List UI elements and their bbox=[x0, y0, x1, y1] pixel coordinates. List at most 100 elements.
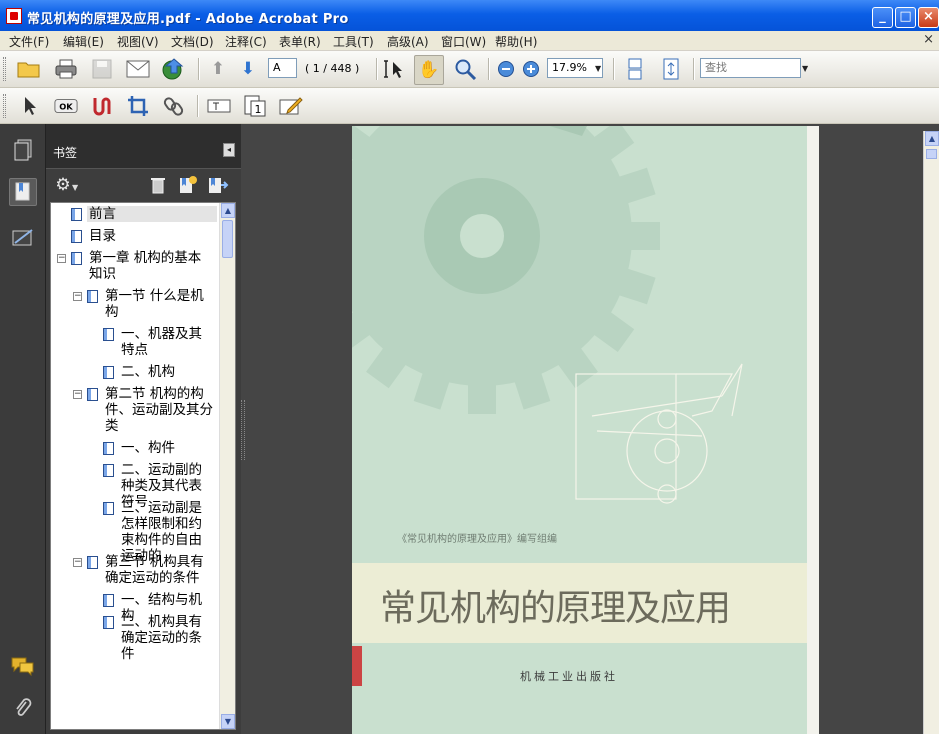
bookmark-tree: 前言目录 − 第一章 机构的基本知识 − 第一节 什么是机构一、机器及其特点二、机构 − 第… bbox=[50, 202, 236, 730]
pages-panel-icon[interactable] bbox=[9, 136, 37, 164]
menu-view[interactable]: 视图(V) bbox=[117, 33, 159, 50]
bookmark-item[interactable]: 目录 bbox=[89, 228, 213, 244]
open-folder-icon[interactable] bbox=[17, 57, 41, 81]
bookmark-item[interactable]: 二、机构 bbox=[121, 364, 213, 380]
expand-bookmark-icon[interactable] bbox=[206, 173, 230, 197]
search-input[interactable]: 查找 bbox=[700, 58, 801, 78]
zoom-in-icon[interactable] bbox=[519, 57, 543, 81]
bookmark-icon bbox=[103, 328, 114, 341]
close-button[interactable]: × bbox=[918, 7, 939, 28]
menu-document[interactable]: 文档(D) bbox=[171, 33, 214, 50]
zoom-dropdown-icon[interactable]: ▼ bbox=[595, 64, 601, 73]
gear-tooth bbox=[620, 222, 660, 250]
collapse-toggle-icon[interactable]: − bbox=[57, 254, 66, 263]
toolbar-separator bbox=[197, 95, 198, 117]
minimize-button[interactable]: _ bbox=[872, 7, 893, 28]
bookmark-icon bbox=[71, 230, 82, 243]
previous-page-icon[interactable]: ⬆ bbox=[206, 57, 230, 81]
delete-bookmark-icon[interactable] bbox=[146, 173, 170, 197]
bookmark-icon bbox=[103, 502, 114, 515]
page-number-input[interactable]: A bbox=[268, 58, 297, 78]
bookmark-icon bbox=[103, 442, 114, 455]
print-icon[interactable] bbox=[54, 57, 78, 81]
menu-forms[interactable]: 表单(R) bbox=[279, 33, 321, 50]
title-bar: 常见机构的原理及应用.pdf - Adobe Acrobat Pro _ □ × bbox=[0, 0, 939, 31]
menu-help[interactable]: 帮助(H) bbox=[495, 33, 537, 50]
svg-text:1: 1 bbox=[255, 103, 262, 116]
scroll-down-arrow-icon[interactable]: ▼ bbox=[221, 714, 235, 729]
bookmark-scrollbar[interactable]: ▲ ▼ bbox=[219, 203, 235, 729]
red-stamp-mark bbox=[352, 646, 362, 686]
form-edit-tool-icon[interactable] bbox=[279, 94, 303, 118]
acrobat-app-icon[interactable] bbox=[6, 8, 22, 24]
panel-title: 书签 bbox=[53, 146, 78, 160]
tools-toolbar: OK 1 bbox=[0, 88, 939, 124]
crop-tool-icon[interactable] bbox=[126, 94, 150, 118]
bookmark-item[interactable]: 二、机构具有确定运动的条件 bbox=[121, 614, 213, 662]
comments-panel-icon[interactable] bbox=[9, 652, 37, 680]
attachments-paperclip-icon[interactable] bbox=[9, 694, 37, 722]
collapse-panel-button[interactable]: ◂ bbox=[223, 143, 235, 157]
toolbar-grip[interactable] bbox=[3, 57, 6, 81]
scroll-up-arrow-icon[interactable]: ▲ bbox=[221, 203, 235, 218]
bookmark-item[interactable]: 一、构件 bbox=[121, 440, 213, 456]
bookmark-item[interactable]: 第一章 机构的基本知识 bbox=[89, 250, 213, 282]
menu-tools[interactable]: 工具(T) bbox=[333, 33, 374, 50]
scroll-up-arrow-icon[interactable]: ▲ bbox=[925, 131, 939, 146]
menu-file[interactable]: 文件(F) bbox=[9, 33, 49, 50]
bookmark-item[interactable]: 第一节 什么是机构 bbox=[105, 288, 213, 320]
link-chain-red-icon[interactable] bbox=[90, 94, 114, 118]
toolbar-grip[interactable] bbox=[3, 94, 6, 118]
select-object-tool-icon[interactable] bbox=[18, 94, 42, 118]
hand-tool-icon[interactable]: ✋ bbox=[414, 55, 444, 85]
cover-title: 常见机构的原理及应用 bbox=[380, 588, 731, 629]
bookmark-icon bbox=[71, 208, 82, 221]
panel-splitter[interactable] bbox=[241, 400, 245, 460]
button-tool-icon[interactable]: OK bbox=[54, 94, 78, 118]
email-icon[interactable] bbox=[126, 57, 150, 81]
svg-text:OK: OK bbox=[59, 102, 73, 112]
text-field-tool-icon[interactable] bbox=[207, 94, 231, 118]
upload-globe-icon[interactable] bbox=[161, 57, 185, 81]
toolbar-separator bbox=[613, 58, 614, 80]
scrolling-mode-icon[interactable] bbox=[623, 57, 647, 81]
bookmark-item[interactable]: 第二节 机构的构件、运动副及其分类 bbox=[105, 386, 213, 434]
document-vertical-scrollbar[interactable]: ▲ bbox=[923, 131, 939, 734]
bookmark-item[interactable]: 前言 bbox=[89, 206, 213, 222]
bookmark-item[interactable]: 一、机器及其特点 bbox=[121, 326, 213, 358]
link-tool-icon[interactable] bbox=[162, 94, 186, 118]
zoom-out-icon[interactable] bbox=[494, 57, 518, 81]
cover-editor-text: 《常见机构的原理及应用》编写组编 bbox=[397, 534, 557, 545]
fit-page-icon[interactable] bbox=[659, 57, 683, 81]
file-toolbar: ⬆ ⬇ A ( 1 / 448 ) ✋ 17.9% ▼ 查找 ▼ bbox=[0, 51, 939, 88]
next-page-icon[interactable]: ⬇ bbox=[236, 57, 260, 81]
signatures-panel-icon[interactable] bbox=[9, 224, 37, 252]
bookmark-icon bbox=[87, 290, 98, 303]
page-number-tool-icon[interactable]: 1 bbox=[243, 94, 267, 118]
zoom-tool-icon[interactable] bbox=[454, 57, 478, 81]
menu-bar: 文件(F) 编辑(E) 视图(V) 文档(D) 注释(C) 表单(R) 工具(T… bbox=[0, 31, 939, 51]
bookmark-scroll-thumb[interactable] bbox=[222, 220, 233, 258]
menu-window[interactable]: 窗口(W) bbox=[441, 33, 486, 50]
collapse-toggle-icon[interactable]: − bbox=[73, 558, 82, 567]
menu-comments[interactable]: 注释(C) bbox=[225, 33, 267, 50]
document-scroll-thumb[interactable] bbox=[926, 149, 937, 159]
window-title: 常见机构的原理及应用.pdf - Adobe Acrobat Pro bbox=[27, 12, 349, 27]
document-close-icon[interactable]: × bbox=[923, 32, 934, 47]
pdf-page[interactable]: 《常见机构的原理及应用》编写组编 常见机构的原理及应用 机械工业出版社 bbox=[352, 126, 819, 734]
bookmark-icon bbox=[103, 464, 114, 477]
toolbar-separator bbox=[488, 58, 489, 80]
menu-advanced[interactable]: 高级(A) bbox=[387, 33, 429, 50]
menu-edit[interactable]: 编辑(E) bbox=[63, 33, 104, 50]
collapse-toggle-icon[interactable]: − bbox=[73, 292, 82, 301]
mechanism-diagram bbox=[575, 363, 743, 504]
new-bookmark-icon[interactable] bbox=[176, 173, 200, 197]
search-dropdown-icon[interactable]: ▼ bbox=[802, 64, 808, 73]
bookmark-item[interactable]: 第三节 机构具有确定运动的条件 bbox=[105, 554, 213, 586]
bookmarks-panel-icon[interactable] bbox=[9, 178, 37, 206]
maximize-button[interactable]: □ bbox=[895, 7, 916, 28]
options-dropdown-icon[interactable]: ▼ bbox=[72, 183, 78, 192]
save-icon[interactable] bbox=[90, 57, 114, 81]
select-text-tool-icon[interactable] bbox=[383, 57, 407, 81]
collapse-toggle-icon[interactable]: − bbox=[73, 390, 82, 399]
